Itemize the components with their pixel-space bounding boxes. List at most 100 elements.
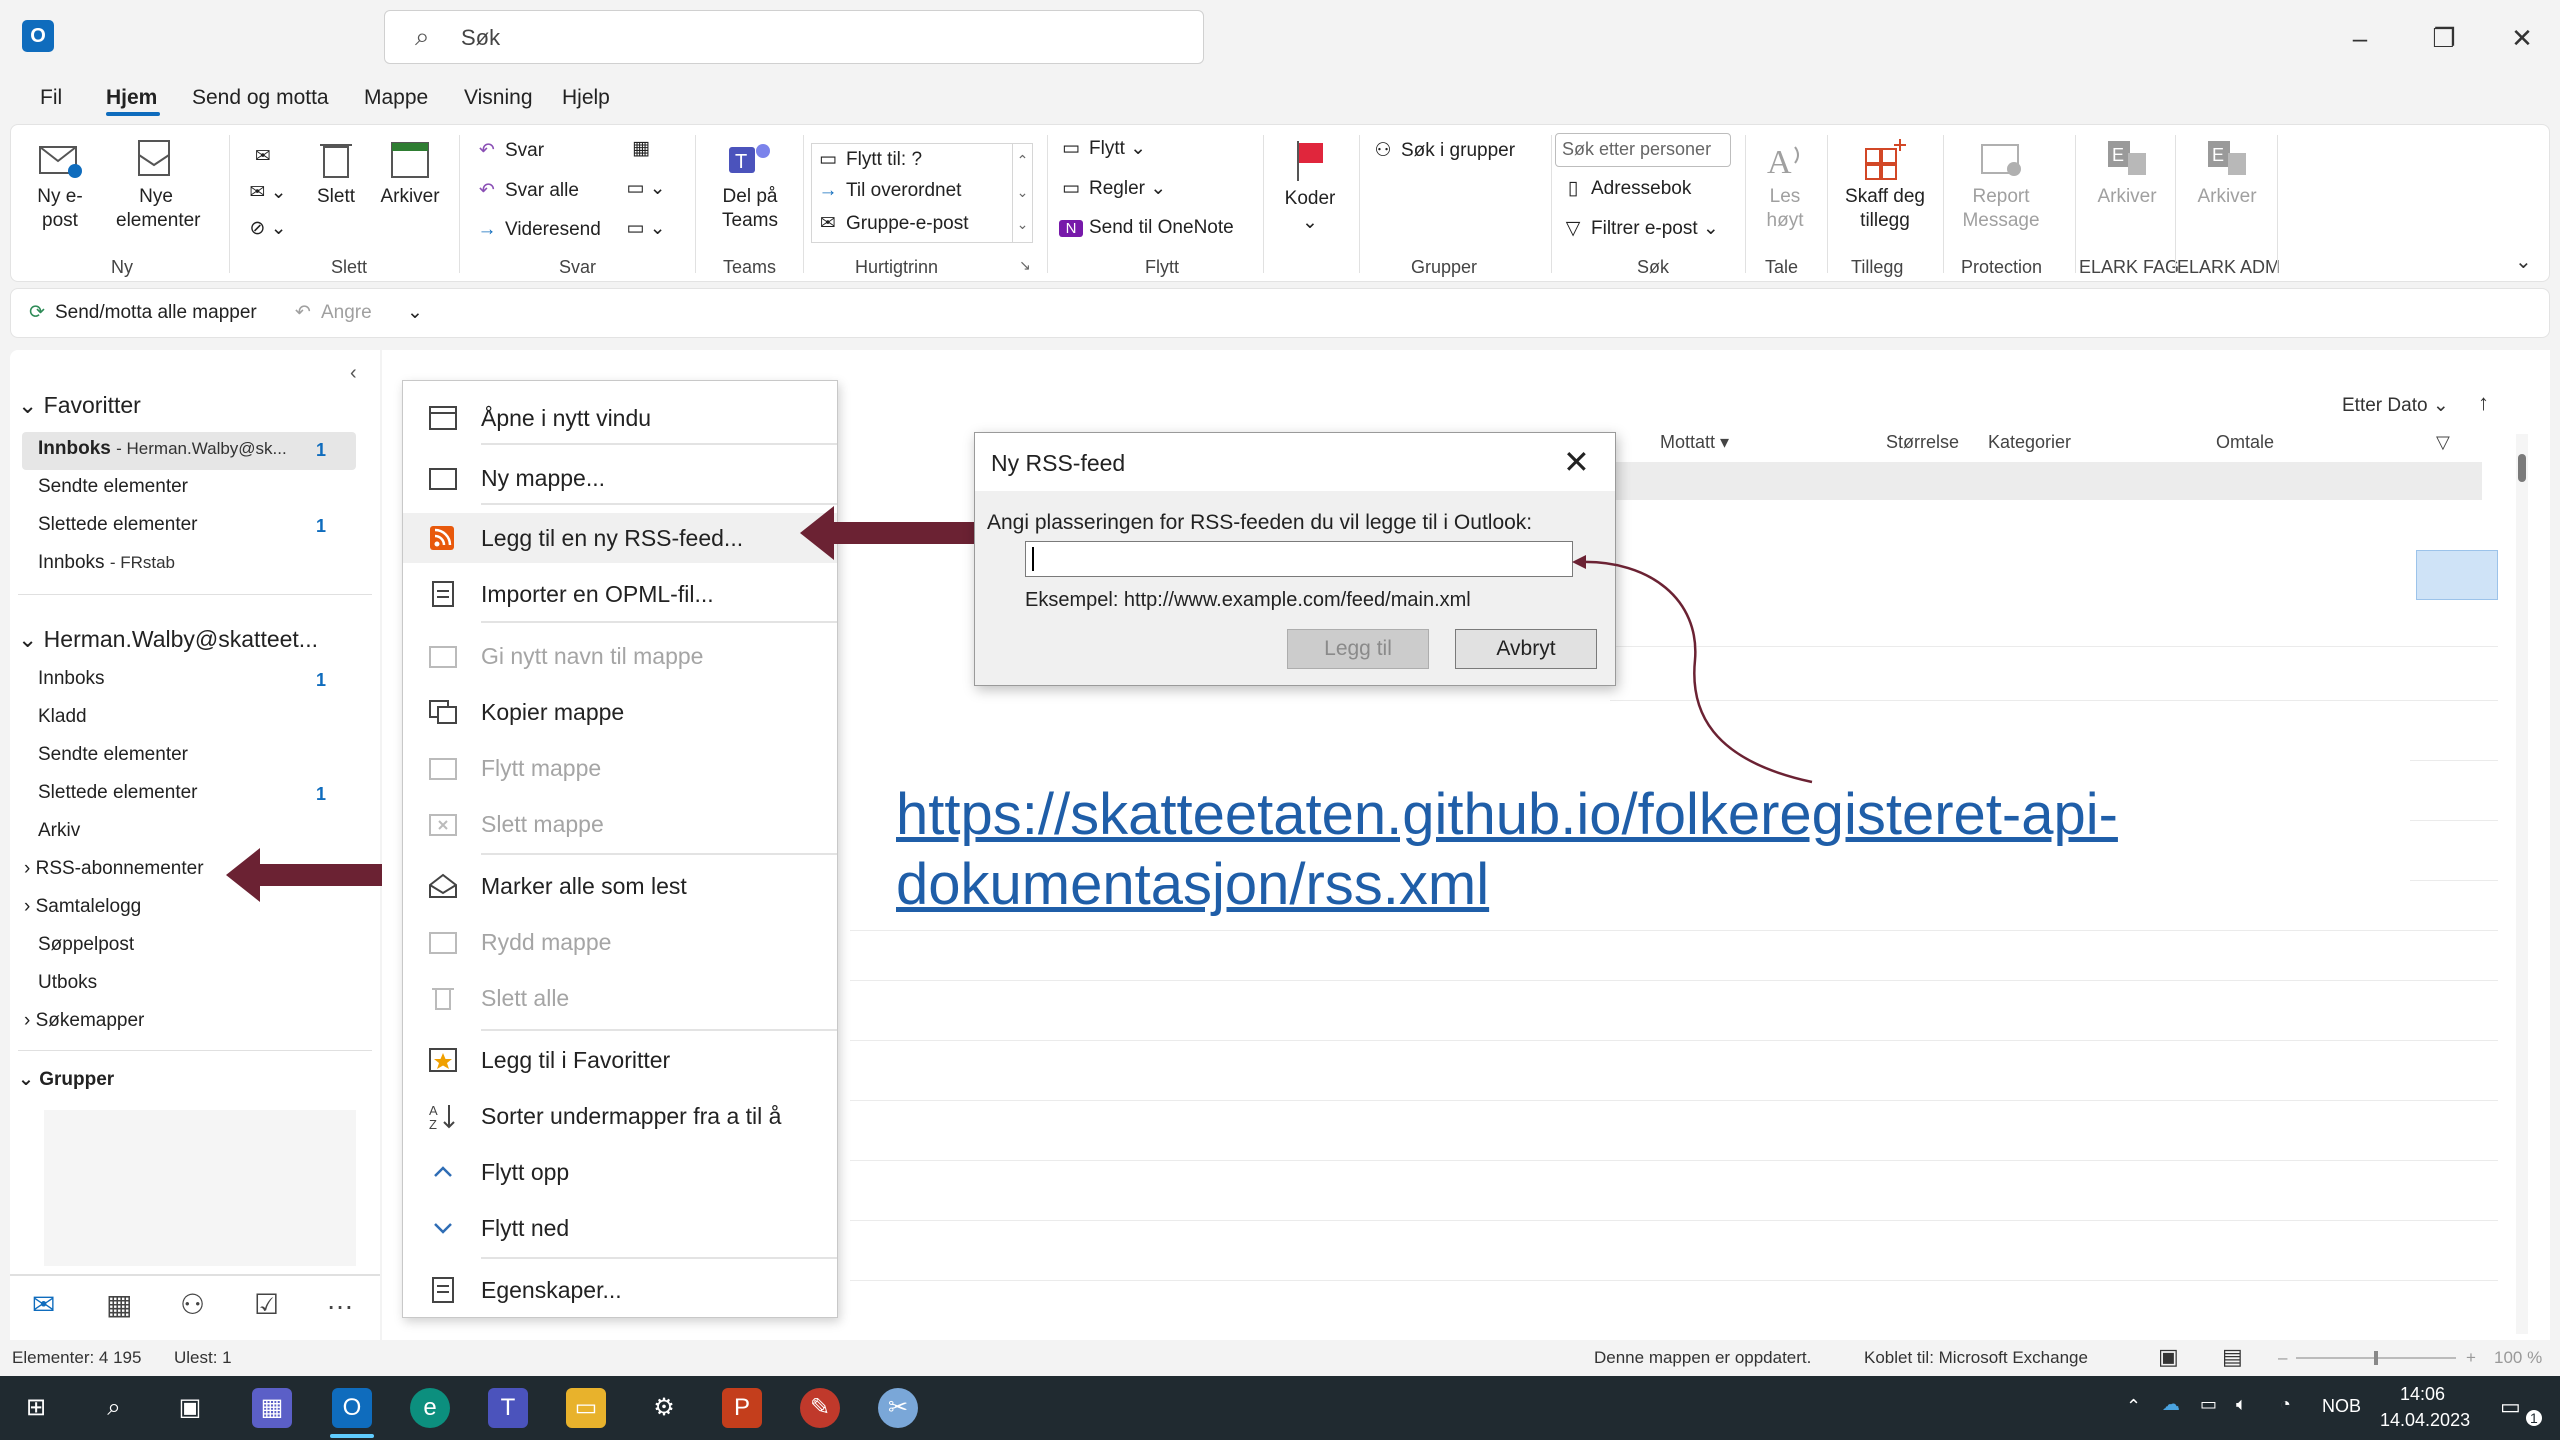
column-received[interactable]: Mottatt ▾ <box>1660 432 1729 453</box>
search-groups-button[interactable]: ⚇ Søk i grupper <box>1371 139 1515 162</box>
input-language[interactable]: NOB <box>2322 1396 2361 1417</box>
rss-feed-url-link[interactable]: https://skatteetaten.github.io/folkeregi… <box>896 780 2296 920</box>
fav-folder-sent[interactable]: Sendte elementer <box>38 476 188 498</box>
menu-copy-folder[interactable]: Kopier mappe <box>403 687 837 737</box>
folder-deleted[interactable]: Slettede elementer <box>38 782 198 804</box>
dialog-close-icon[interactable]: ✕ <box>1563 443 1590 481</box>
tab-hjem[interactable]: Hjem <box>106 86 157 110</box>
junk-icon[interactable]: ⊘ ⌄ <box>243 217 293 241</box>
onenote-button[interactable]: N Send til OneNote <box>1059 217 1234 239</box>
teams-taskbar-icon[interactable]: T <box>488 1388 528 1428</box>
scrollbar-thumb[interactable] <box>2518 454 2526 482</box>
onedrive-icon[interactable]: ☁ <box>2162 1394 2180 1415</box>
fav-folder-deleted[interactable]: Slettede elementer <box>38 514 198 536</box>
calculator-icon[interactable]: ▦ <box>252 1388 292 1428</box>
ribbon-expand-icon[interactable]: ⌄ <box>2515 249 2532 274</box>
folder-conversation-history[interactable]: › Samtalelogg <box>24 896 141 918</box>
rss-url-input[interactable] <box>1025 541 1573 577</box>
volume-icon[interactable]: 🔈︎ <box>2236 1394 2247 1415</box>
share-teams-button[interactable]: T Del på Teams <box>705 137 795 233</box>
more-apps-icon[interactable]: … <box>326 1284 354 1316</box>
fav-folder-inbox-frstab[interactable]: Innboks - FRstab <box>38 552 175 574</box>
favorites-header[interactable]: ⌄ Favoritter <box>18 392 141 419</box>
dialog-launcher-icon[interactable]: ↘ <box>1019 257 1031 274</box>
menu-sort-subfolders[interactable]: AZ Sorter undermapper fra a til å <box>403 1091 837 1141</box>
more-respond-icon[interactable]: ▭ ⌄ <box>621 217 671 241</box>
tags-button[interactable]: Koder ⌄ <box>1275 137 1345 235</box>
calendar-nav-icon[interactable]: ▦ <box>106 1288 132 1321</box>
fav-folder-inbox[interactable]: Innboks - Herman.Walby@sk... <box>38 438 287 460</box>
tab-mappe[interactable]: Mappe <box>364 86 428 110</box>
groups-header[interactable]: ⌄ Grupper <box>18 1068 114 1091</box>
outlook-taskbar-icon[interactable]: O <box>332 1388 372 1428</box>
undo-button[interactable]: ↶ Angre <box>291 301 372 324</box>
zoom-in-icon[interactable]: + <box>2466 1348 2476 1368</box>
customize-toolbar-icon[interactable]: ⌄ <box>407 301 423 324</box>
scrollbar[interactable] <box>2516 434 2528 1334</box>
edge-icon[interactable]: e <box>410 1388 450 1428</box>
reply-all-button[interactable]: ↶ Svar alle <box>475 179 579 202</box>
taskbar-search-icon[interactable]: ⌕ <box>94 1388 134 1428</box>
im-icon[interactable]: ▭ ⌄ <box>621 177 671 201</box>
folder-inbox[interactable]: Innboks <box>38 668 105 690</box>
archive-button[interactable]: Arkiver <box>375 137 445 209</box>
new-items-button[interactable]: Nye elementer <box>101 137 211 233</box>
selected-row[interactable] <box>2416 550 2498 600</box>
settings-icon[interactable]: ⚙ <box>644 1388 684 1428</box>
address-book-button[interactable]: ▯ Adressebok <box>1561 177 1692 200</box>
menu-add-to-favorites[interactable]: Legg til i Favoritter <box>403 1035 837 1085</box>
delete-button[interactable]: Slett <box>311 137 361 209</box>
menu-open-new-window[interactable]: Åpne i nytt vindu <box>403 393 837 443</box>
menu-delete-folder[interactable]: Slett mappe <box>403 799 837 849</box>
search-input[interactable]: ⌕ Søk <box>384 10 1204 64</box>
folder-outbox[interactable]: Utboks <box>38 972 97 994</box>
new-email-button[interactable]: Ny e-post <box>33 137 87 233</box>
tab-visning[interactable]: Visning <box>464 86 533 110</box>
menu-clean-up-folder[interactable]: Rydd mappe <box>403 917 837 967</box>
battery-icon[interactable]: ▭ <box>2200 1394 2217 1415</box>
normal-view-icon[interactable]: ▣ <box>2158 1344 2179 1370</box>
reply-button[interactable]: ↶ Svar <box>475 139 544 162</box>
report-message-button[interactable]: Report Message <box>1953 137 2049 233</box>
file-explorer-icon[interactable]: ▭ <box>566 1388 606 1428</box>
move-button[interactable]: ▭ Flytt ⌄ <box>1059 137 1146 160</box>
menu-add-rss-feed[interactable]: Legg til en ny RSS-feed... <box>403 513 837 563</box>
tab-fil[interactable]: Fil <box>40 86 62 110</box>
menu-new-folder[interactable]: Ny mappe... <box>403 453 837 503</box>
restore-icon[interactable]: ❐ <box>2424 18 2464 58</box>
wifi-icon[interactable]: ◔ <box>2280 1394 2291 1415</box>
folder-junk[interactable]: Søppelpost <box>38 934 134 956</box>
mail-nav-icon[interactable]: ✉ <box>32 1288 55 1321</box>
column-mentions[interactable]: Omtale <box>2216 432 2274 453</box>
gallery-scroll[interactable]: ⌃ ⌄ ⌄ <box>1012 144 1032 242</box>
meeting-icon[interactable]: ▦ <box>621 137 661 161</box>
notification-icon[interactable]: ▭ <box>2500 1394 2521 1420</box>
add-button[interactable]: Legg til <box>1287 629 1429 669</box>
menu-move-folder[interactable]: Flytt mappe <box>403 743 837 793</box>
menu-properties[interactable]: Egenskaper... <box>403 1265 837 1315</box>
minimize-icon[interactable]: – <box>2340 18 2380 58</box>
collapse-pane-icon[interactable]: ‹ <box>350 362 357 385</box>
zoom-out-icon[interactable]: – <box>2278 1348 2287 1368</box>
zoom-slider-thumb[interactable] <box>2374 1351 2378 1365</box>
tab-hjelp[interactable]: Hjelp <box>562 86 610 110</box>
reading-view-icon[interactable]: ▤ <box>2222 1344 2243 1370</box>
menu-rename-folder[interactable]: Gi nytt navn til mappe <box>403 631 837 681</box>
close-icon[interactable]: ✕ <box>2502 18 2542 58</box>
paint-icon[interactable]: ✎ <box>800 1388 840 1428</box>
cleanup-icon[interactable]: ✉ ⌄ <box>243 181 293 205</box>
rules-button[interactable]: ▭ Regler ⌄ <box>1059 177 1166 200</box>
tray-overflow-icon[interactable]: ⌃ <box>2126 1396 2141 1417</box>
forward-button[interactable]: → Videresend <box>475 219 601 241</box>
read-aloud-button[interactable]: A Les høyt <box>1755 137 1815 233</box>
menu-mark-all-read[interactable]: Marker alle som lest <box>403 861 837 911</box>
quick-step-group[interactable]: ✉ Gruppe-e-post <box>816 212 968 235</box>
quick-step-move[interactable]: ▭ Flytt til: ? <box>816 148 922 171</box>
folder-sent[interactable]: Sendte elementer <box>38 744 188 766</box>
menu-delete-all[interactable]: Slett alle <box>403 973 837 1023</box>
get-addins-button[interactable]: Skaff deg tillegg <box>1837 137 1933 233</box>
column-filter-icon[interactable]: ▽ <box>2436 432 2450 453</box>
account-header[interactable]: ⌄ Herman.Walby@skatteet... <box>18 626 318 653</box>
clock-time[interactable]: 14:06 <box>2400 1384 2445 1405</box>
elark-fag-archive-button[interactable]: E Arkiver <box>2085 137 2169 209</box>
